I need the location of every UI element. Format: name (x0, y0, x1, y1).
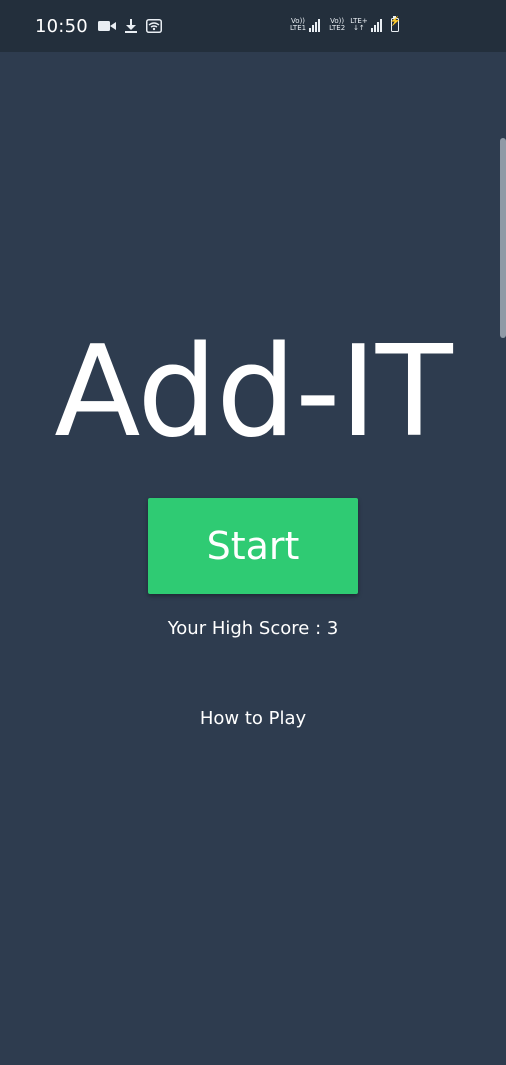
status-bar: 10:50 Vo)) LTE1 Vo)) LTE2 LTE+ ↓↑ ⚡ (0, 0, 506, 52)
scrollbar[interactable] (500, 138, 506, 338)
status-time: 10:50 (35, 15, 88, 37)
sim2-signal-icon (370, 18, 382, 32)
how-to-play-button[interactable]: How to Play (0, 708, 506, 729)
video-camera-icon (97, 21, 116, 31)
sim1-signal-icon (309, 18, 321, 32)
sim1-label-bottom: LTE1 (290, 24, 307, 32)
battery-charging-icon (390, 16, 401, 32)
sim2-label-bottom: LTE2 (329, 24, 346, 32)
sim2-label: Vo)) LTE2 (329, 18, 345, 32)
data-arrows-icon: ↓↑ (353, 24, 365, 32)
high-score-text: Your High Score : 3 (167, 618, 339, 639)
download-icon (124, 19, 137, 33)
app-title: Add-IT (54, 318, 453, 465)
status-left-icons (97, 19, 162, 33)
status-network-indicators: Vo)) LTE1 Vo)) LTE2 LTE+ ↓↑ (290, 16, 401, 32)
start-button[interactable]: Start (148, 498, 358, 594)
wifi-icon (145, 19, 162, 33)
sim1-label: Vo)) LTE1 (290, 18, 306, 32)
data-label: LTE+ ↓↑ (350, 18, 368, 32)
